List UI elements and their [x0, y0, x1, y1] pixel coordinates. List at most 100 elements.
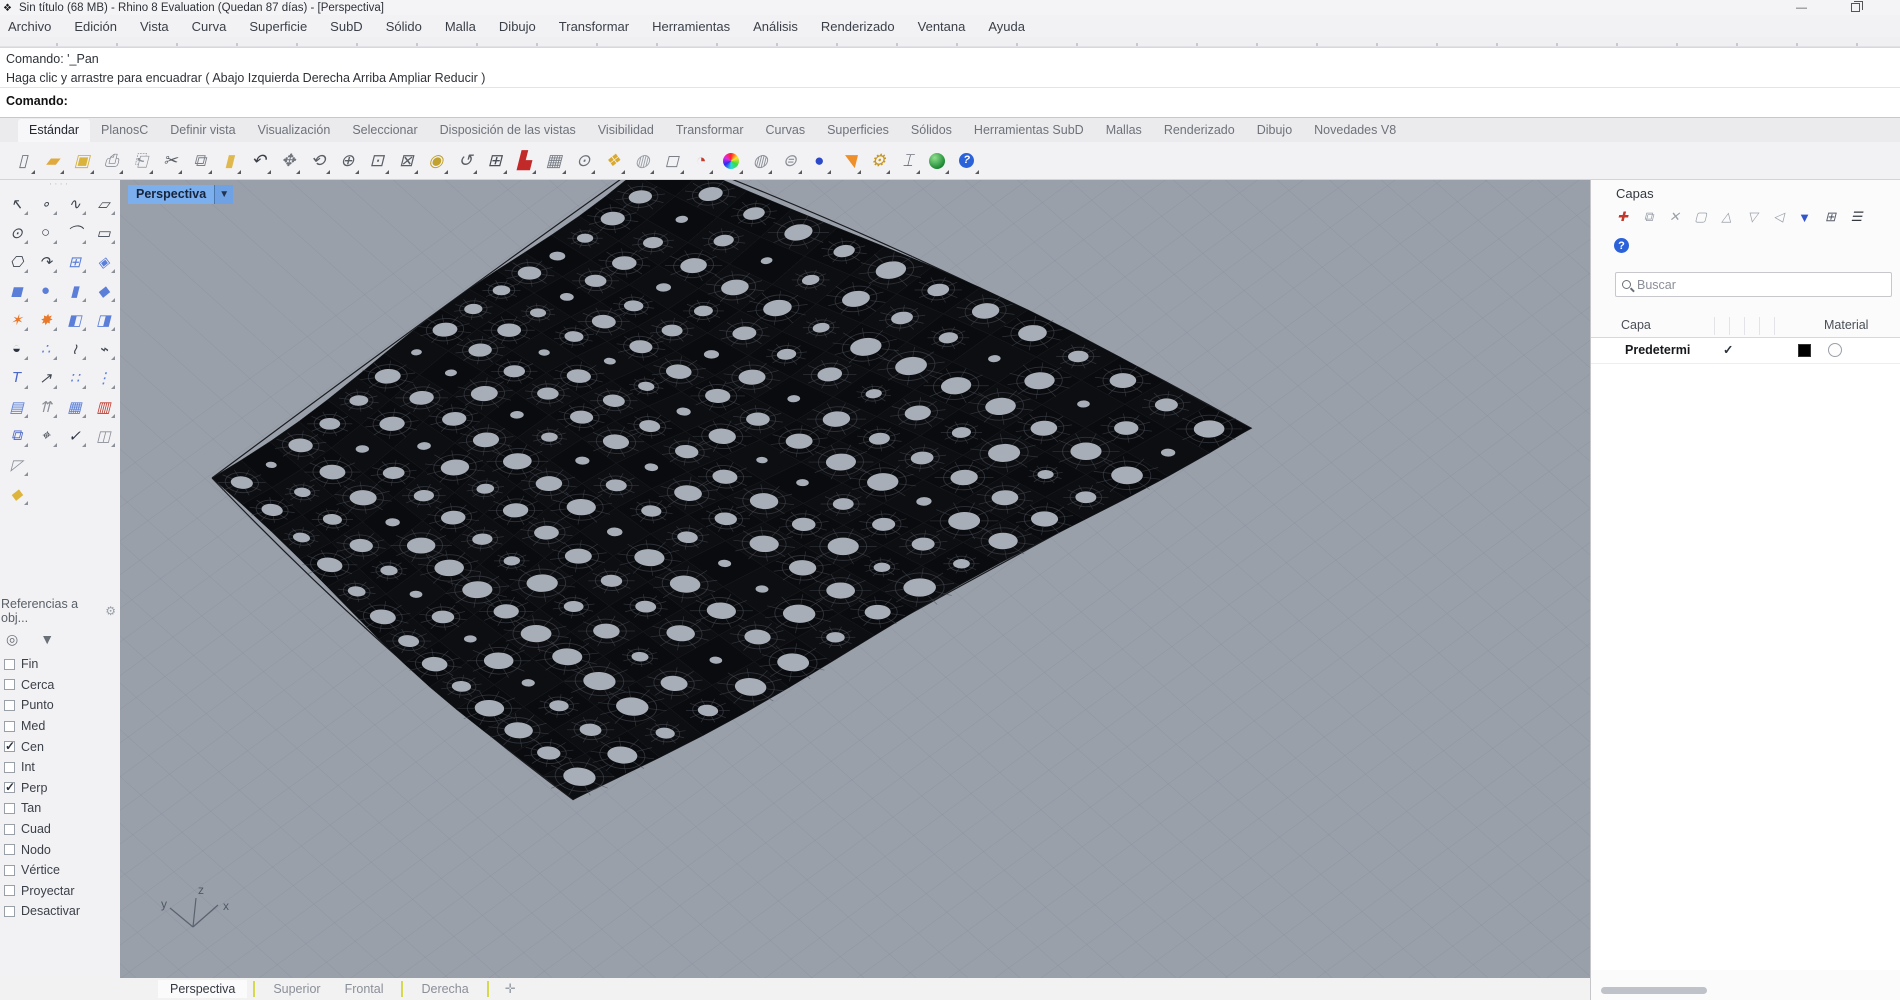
menu-item[interactable]: Análisis — [753, 19, 798, 34]
menu-item[interactable]: Curva — [192, 19, 227, 34]
notification-cone-icon[interactable]: ◥ — [834, 145, 864, 177]
osnap-checkbox[interactable]: Punto — [4, 695, 120, 716]
ribbon-tab[interactable]: Seleccionar — [341, 119, 428, 142]
new-document-icon[interactable]: ▯ — [8, 145, 38, 177]
viewport-tab[interactable]: Superior — [261, 980, 332, 998]
ribbon-tab[interactable]: Disposición de las vistas — [429, 119, 587, 142]
ribbon-tab[interactable]: Estándar — [18, 119, 91, 142]
osnap-checkbox[interactable]: Desactivar — [4, 901, 120, 922]
boolean-tool-icon[interactable]: ◒ — [2, 334, 31, 363]
scale-tool-icon[interactable]: ↗ — [31, 363, 60, 392]
print-icon[interactable]: ⎙ — [97, 145, 127, 177]
ellipse-tool-icon[interactable]: ○ — [31, 218, 60, 247]
viewport-tab[interactable]: Frontal — [333, 980, 396, 998]
osnap-checkbox[interactable]: Proyectar — [4, 881, 120, 902]
layers-help-icon[interactable]: ? — [1614, 238, 1629, 253]
menu-item[interactable]: Ventana — [918, 19, 966, 34]
paste-icon[interactable]: ▮ — [215, 145, 245, 177]
pan-hand-icon[interactable]: ✥ — [274, 145, 304, 177]
box-tool-icon[interactable]: ◼ — [2, 276, 31, 305]
osnap-center-icon[interactable]: ◎ — [6, 631, 18, 648]
menu-item[interactable]: SubD — [330, 19, 363, 34]
duplicate-layer-icon[interactable]: ▢ — [1692, 208, 1709, 226]
adjust-end-bulge-tool-icon[interactable]: ⌁ — [89, 334, 118, 363]
ribbon-tab[interactable]: Sólidos — [900, 119, 963, 142]
layers-search-input[interactable] — [1637, 277, 1885, 292]
viewport-layout-icon[interactable]: ⊞ — [480, 145, 510, 177]
surface-sweep-tool-icon[interactable]: ◈ — [89, 247, 118, 276]
explode-tool-icon[interactable]: ✶ — [2, 305, 31, 334]
ribbon-tab[interactable]: Curvas — [754, 119, 816, 142]
move-down-icon[interactable]: ▽ — [1744, 208, 1761, 226]
export-icon[interactable]: ⎗ — [126, 145, 156, 177]
ribbon-tab[interactable]: Novedades V8 — [1303, 119, 1407, 142]
ribbon-tab[interactable]: Superficies — [816, 119, 900, 142]
column-header-layer[interactable]: Capa — [1621, 318, 1651, 332]
panel-menu-icon[interactable]: ☰ — [1848, 208, 1865, 226]
text-tool-icon[interactable]: T — [2, 363, 31, 392]
menu-item[interactable]: Malla — [445, 19, 476, 34]
freeform-curve-tool-icon[interactable]: ↷ — [31, 247, 60, 276]
copy-icon[interactable]: ⧉ — [185, 145, 215, 177]
gumball-tool-icon[interactable]: ⌖ — [31, 421, 60, 450]
surface-patch-tool-icon[interactable]: ⊞ — [60, 247, 89, 276]
ghosted-display-icon[interactable]: ⊜ — [775, 145, 805, 177]
trim-tool-icon[interactable]: ◧ — [60, 305, 89, 334]
ribbon-tab[interactable]: Herramientas SubD — [963, 119, 1095, 142]
save-icon[interactable]: ▣ — [67, 145, 97, 177]
filter-funnel-icon[interactable]: ▼ — [1796, 208, 1813, 226]
blend-curve-tool-icon[interactable]: ≀ — [60, 334, 89, 363]
menu-item[interactable]: Herramientas — [652, 19, 730, 34]
viewport-tab[interactable]: Derecha — [409, 980, 480, 998]
dimension-icon[interactable]: ⌶ — [893, 145, 923, 177]
layer-material-icon[interactable] — [1828, 343, 1842, 357]
surface-tools-icon[interactable]: ▤ — [2, 392, 31, 421]
osnap-checkbox[interactable]: Nodo — [4, 839, 120, 860]
polyline-tool-icon[interactable]: ∿ — [60, 189, 89, 218]
linear-array-tool-icon[interactable]: ⋮ — [89, 363, 118, 392]
gem-tool-icon[interactable]: ◆ — [2, 479, 31, 508]
viewport-canvas[interactable]: y z x Perspectiva ▼ — [120, 180, 1590, 978]
menu-item[interactable]: Vista — [140, 19, 169, 34]
raytraced-sphere-icon[interactable]: ● — [805, 145, 835, 177]
move-left-icon[interactable]: ◁ — [1770, 208, 1787, 226]
circle-tool-icon[interactable]: ⊙ — [2, 218, 31, 247]
grid-array-tool-icon[interactable]: ▦ — [60, 392, 89, 421]
point-tool-icon[interactable]: ∘ — [31, 189, 60, 218]
layers-list-area[interactable] — [1591, 364, 1900, 970]
osnap-filter-icon[interactable]: ▼ — [40, 631, 54, 648]
polar-array-tool-icon[interactable]: ▥ — [89, 392, 118, 421]
ribbon-tab[interactable]: Transformar — [665, 119, 755, 142]
new-sublayer-icon[interactable]: ⧉ — [1640, 208, 1657, 226]
ribbon-tab[interactable]: Mallas — [1095, 119, 1153, 142]
viewport-label[interactable]: Perspectiva ▼ — [128, 185, 234, 204]
layer-color-swatch[interactable] — [1798, 344, 1811, 357]
drag-tool-icon[interactable]: ◸ — [2, 450, 31, 479]
add-viewport-tab-button[interactable]: ✛ — [495, 981, 526, 997]
menu-item[interactable]: Renderizado — [821, 19, 895, 34]
new-layer-icon[interactable]: ✚ — [1614, 208, 1631, 226]
osnap-checkbox[interactable]: Int — [4, 757, 120, 778]
rectangle-tool-icon[interactable]: ▭ — [89, 218, 118, 247]
split-tool-icon[interactable]: ◨ — [89, 305, 118, 334]
chevron-down-icon[interactable]: ▼ — [214, 185, 234, 204]
ribbon-tab[interactable]: PlanosC — [90, 119, 159, 142]
osnap-checkbox[interactable]: Cerca — [4, 675, 120, 696]
rendered-display-icon[interactable]: ◍ — [746, 145, 776, 177]
solid-tools-icon[interactable]: ◆ — [89, 276, 118, 305]
osnap-checkbox[interactable]: Perp — [4, 778, 120, 799]
array-tool-icon[interactable]: ∷ — [60, 363, 89, 392]
menu-item[interactable]: Dibujo — [499, 19, 536, 34]
set-view-icon[interactable]: ⊙ — [569, 145, 599, 177]
ribbon-tab[interactable]: Dibujo — [1246, 119, 1303, 142]
move-up-icon[interactable]: △ — [1718, 208, 1735, 226]
package-manager-earth-icon[interactable] — [923, 145, 953, 177]
select-tool-icon[interactable]: ↖ — [2, 189, 31, 218]
osnap-checkbox[interactable]: Med — [4, 716, 120, 737]
options-gear-icon[interactable]: ⚙ — [864, 145, 894, 177]
selection-filter-icon[interactable]: ❖ — [598, 145, 628, 177]
menu-item[interactable]: Archivo — [8, 19, 51, 34]
distribute-tool-icon[interactable]: ⇈ — [31, 392, 60, 421]
zoom-dynamic-icon[interactable]: ⊕ — [333, 145, 363, 177]
layout-pages-tool-icon[interactable]: ⧉ — [2, 421, 31, 450]
